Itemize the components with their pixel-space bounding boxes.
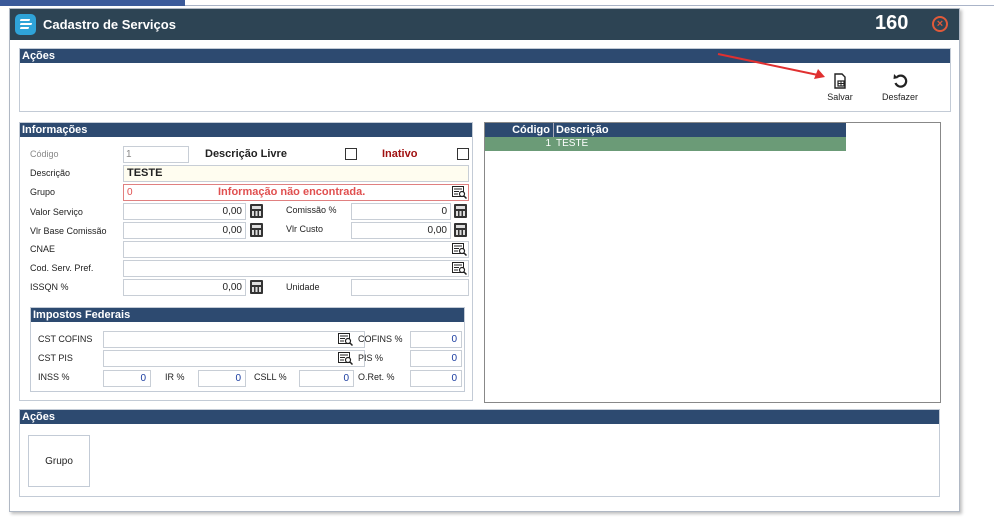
grupo-label: Grupo	[30, 187, 56, 197]
cst-pis-lookup-icon[interactable]	[338, 352, 353, 365]
vlr-custo-calculator-icon[interactable]	[454, 223, 467, 237]
unidade-field[interactable]	[351, 279, 469, 296]
cst-cofins-field[interactable]	[103, 331, 365, 348]
title-bar[interactable]: Cadastro de Serviços 160 ×	[10, 9, 959, 40]
comissao-label: Comissão %	[286, 205, 337, 215]
impostos-header: Impostos Federais	[31, 308, 464, 322]
cod-serv-field[interactable]	[123, 260, 469, 277]
csll-label: CSLL %	[254, 372, 287, 382]
grupo-button-label: Grupo	[45, 456, 73, 467]
cst-pis-label: CST PIS	[38, 353, 73, 363]
cnae-lookup-icon[interactable]	[452, 243, 467, 256]
row-codigo: 1	[545, 138, 551, 149]
save-document-icon	[834, 73, 846, 89]
issqn-field[interactable]: 0,00	[123, 279, 246, 296]
unidade-label: Unidade	[286, 282, 320, 292]
valor-servico-field[interactable]: 0,00	[123, 203, 246, 220]
undo-button[interactable]: Desfazer	[877, 73, 923, 102]
comissao-calculator-icon[interactable]	[454, 204, 467, 218]
info-panel: Informações Código 1 Descrição Livre Ina…	[19, 122, 473, 401]
inativo-checkbox[interactable]	[457, 148, 469, 160]
close-icon[interactable]: ×	[932, 16, 948, 32]
codigo-label: Código	[30, 149, 59, 159]
grupo-field[interactable]: 0 Informação não encontrada.	[123, 184, 469, 201]
issqn-label: ISSQN %	[30, 282, 69, 292]
vlr-base-label: Vlr Base Comissão	[30, 226, 107, 236]
cnae-field[interactable]	[123, 241, 469, 258]
cst-cofins-label: CST COFINS	[38, 334, 93, 344]
cst-cofins-lookup-icon[interactable]	[338, 333, 353, 346]
vlr-custo-label: Vlr Custo	[286, 224, 324, 234]
valor-servico-label: Valor Serviço	[30, 207, 83, 217]
oret-field[interactable]: 0	[410, 370, 462, 387]
grid-header-descricao[interactable]: Descrição	[554, 123, 846, 137]
codigo-field[interactable]: 1	[123, 146, 189, 163]
comissao-field[interactable]: 0	[351, 203, 451, 220]
inss-field[interactable]: 0	[103, 370, 151, 387]
descricao-livre-checkbox[interactable]	[345, 148, 357, 160]
oret-label: O.Ret. %	[358, 372, 395, 382]
dialog-window: Cadastro de Serviços 160 × Ações Salvar …	[9, 8, 960, 512]
undo-label: Desfazer	[881, 92, 918, 102]
table-row[interactable]: 1 TESTE	[485, 137, 846, 151]
row-descricao: TESTE	[556, 138, 589, 149]
window-code: 160	[875, 12, 909, 34]
inss-label: INSS %	[38, 372, 70, 382]
descricao-field[interactable]: TESTE	[123, 165, 469, 182]
info-header: Informações	[20, 123, 472, 137]
cod-serv-lookup-icon[interactable]	[452, 262, 467, 275]
descricao-label: Descrição	[30, 168, 71, 178]
issqn-calculator-icon[interactable]	[250, 280, 263, 294]
grupo-message: Informação não encontrada.	[218, 186, 366, 198]
app-logo-icon	[15, 14, 36, 35]
vlr-base-calculator-icon[interactable]	[250, 223, 263, 237]
inativo-label: Inativo	[382, 148, 418, 160]
annotation-arrow	[717, 53, 825, 79]
ir-field[interactable]: 0	[198, 370, 246, 387]
cst-pis-field[interactable]	[103, 350, 365, 367]
window-title: Cadastro de Serviços	[43, 17, 176, 32]
grupo-code: 0	[127, 187, 133, 198]
cod-serv-label: Cod. Serv. Pref.	[30, 263, 94, 273]
grid-header-codigo[interactable]: Código	[485, 123, 554, 137]
impostos-panel: Impostos Federais CST COFINS COFINS % 0 …	[30, 307, 465, 392]
vlr-base-field[interactable]: 0,00	[123, 222, 246, 239]
top-border	[0, 0, 994, 8]
pis-label: PIS %	[358, 353, 384, 363]
cofins-label: COFINS %	[358, 334, 403, 344]
pis-field[interactable]: 0	[410, 350, 462, 367]
grupo-lookup-icon[interactable]	[452, 186, 467, 199]
cnae-label: CNAE	[30, 244, 56, 254]
csll-field[interactable]: 0	[299, 370, 354, 387]
undo-arrow-icon	[893, 74, 908, 88]
vlr-custo-field[interactable]: 0,00	[351, 222, 451, 239]
grupo-button[interactable]: Grupo	[28, 435, 90, 487]
cofins-field[interactable]: 0	[410, 331, 462, 348]
ir-label: IR %	[165, 372, 185, 382]
save-label: Salvar	[827, 92, 853, 102]
bottom-actions-header: Ações	[20, 410, 939, 424]
valor-servico-calculator-icon[interactable]	[250, 204, 263, 218]
results-grid: Código Descrição 1 TESTE	[484, 122, 941, 403]
bottom-actions-panel: Ações Grupo	[19, 409, 940, 497]
descricao-livre-label: Descrição Livre	[205, 148, 287, 160]
